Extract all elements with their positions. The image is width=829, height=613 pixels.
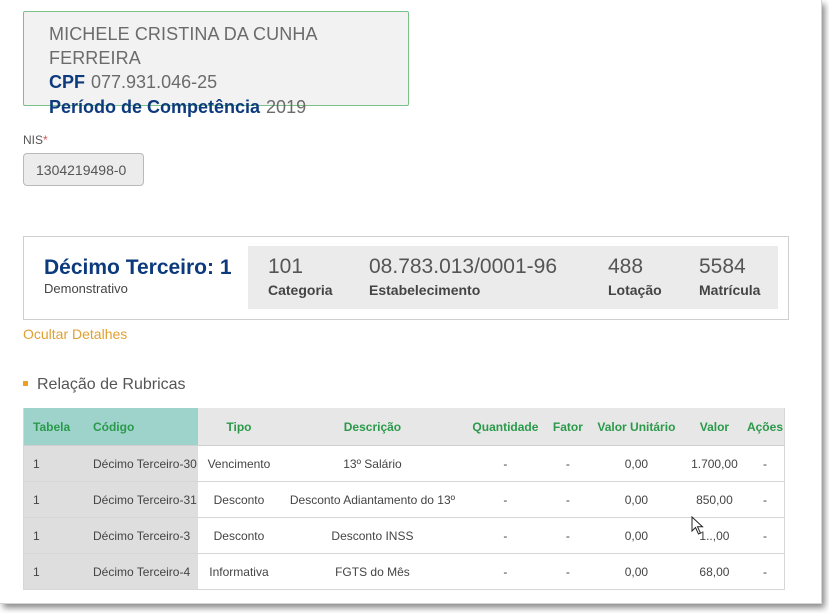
cell-fator: - — [545, 445, 590, 482]
nis-label-text: NIS — [23, 133, 44, 147]
rubricas-table: Tabela Código Tipo Descrição Quantidade … — [23, 408, 785, 590]
required-mark: * — [43, 133, 48, 147]
lotacao-label: Lotação — [608, 282, 662, 298]
cell-codigo: Décimo Terceiro-3 — [83, 517, 198, 554]
cell-codigo: Décimo Terceiro-4 — [83, 553, 198, 590]
cell-tipo: Desconto — [197, 481, 280, 518]
cell-tipo: Informativa — [197, 553, 280, 590]
cpf-value: 077.931.046-25 — [91, 72, 218, 92]
col-header-fator[interactable]: Fator — [545, 408, 590, 446]
col-header-codigo[interactable]: Código — [83, 408, 198, 446]
lotacao-block: 488 Lotação — [608, 255, 662, 299]
estabelecimento-block: 08.783.013/0001-96 Estabelecimento — [369, 255, 557, 299]
hide-details-link[interactable]: Ocultar Detalhes — [23, 326, 127, 342]
table-header-row: Tabela Código Tipo Descrição Quantidade … — [23, 408, 785, 446]
col-header-valor[interactable]: Valor — [682, 408, 746, 446]
col-header-acoes: Ações — [745, 408, 785, 446]
col-header-tipo[interactable]: Tipo — [197, 408, 280, 446]
cell-valor: 1.700,00 — [682, 445, 746, 482]
cell-fator: - — [545, 517, 590, 554]
periodo-value: 2019 — [266, 97, 307, 117]
cpf-label: CPF — [49, 72, 85, 92]
section-title-text: Relação de Rubricas — [37, 376, 186, 393]
person-info-box: MICHELE CRISTINA DA CUNHA FERREIRA CPF 07… — [23, 11, 409, 117]
cell-tabela: 1 — [23, 445, 84, 482]
cell-quantidade: - — [464, 553, 546, 590]
estabelecimento-label: Estabelecimento — [369, 282, 481, 298]
cell-valor: 850,00 — [682, 481, 746, 518]
cell-descricao: Desconto INSS — [279, 517, 465, 554]
page-frame: MICHELE CRISTINA DA CUNHA FERREIRA CPF 07… — [0, 0, 822, 604]
cell-descricao: 13º Salário — [279, 445, 465, 482]
bullet-icon — [23, 381, 28, 387]
cell-quantidade: - — [464, 517, 546, 554]
cell-quantidade: - — [464, 481, 546, 518]
cell-descricao: Desconto Adiantamento do 13º — [279, 481, 465, 518]
cell-tipo: Vencimento — [197, 445, 280, 482]
nis-label: NIS* — [23, 133, 48, 147]
col-header-descricao[interactable]: Descrição — [279, 408, 465, 446]
categoria-block: 101 Categoria — [268, 255, 333, 299]
summary-card: Décimo Terceiro: 1 Demonstrativo 101 Cat… — [23, 236, 789, 320]
col-header-quantidade[interactable]: Quantidade — [464, 408, 546, 446]
categoria-value: 101 — [268, 255, 304, 278]
cell-valor-unitario: 0,00 — [589, 481, 683, 518]
cell-valor-unitario: 0,00 — [589, 445, 683, 482]
matricula-label: Matrícula — [699, 282, 761, 298]
cell-acoes[interactable]: - — [745, 553, 785, 590]
cell-codigo: Décimo Terceiro-31 — [83, 481, 198, 518]
table-row: 1 Décimo Terceiro-3 Desconto Desconto IN… — [23, 517, 785, 554]
cell-codigo: Décimo Terceiro-30 — [83, 445, 198, 482]
col-header-valor-unitario[interactable]: Valor Unitário — [589, 408, 683, 446]
cpf-line: CPF 077.931.046-25 — [49, 70, 408, 95]
cell-acoes[interactable]: - — [745, 517, 785, 554]
periodo-line: Período de Competência 2019 — [49, 95, 408, 120]
cell-tabela: 1 — [23, 517, 84, 554]
nis-field[interactable]: 1304219498-0 — [23, 153, 144, 186]
summary-title: Décimo Terceiro: 1 — [44, 256, 232, 279]
col-header-tabela[interactable]: Tabela — [23, 408, 84, 446]
matricula-value: 5584 — [699, 255, 746, 278]
section-title: Relação de Rubricas — [23, 376, 186, 394]
cell-acoes[interactable]: - — [745, 445, 785, 482]
estabelecimento-value: 08.783.013/0001-96 — [369, 255, 558, 278]
cell-valor-unitario: 0,00 — [589, 553, 683, 590]
cell-descricao: FGTS do Mês — [279, 553, 465, 590]
table-row: 1 Décimo Terceiro-31 Desconto Desconto A… — [23, 481, 785, 518]
mouse-cursor-icon — [691, 516, 704, 535]
person-name: MICHELE CRISTINA DA CUNHA FERREIRA — [49, 24, 317, 68]
cell-valor: 68,00 — [682, 553, 746, 590]
cell-tipo: Desconto — [197, 517, 280, 554]
cell-tabela: 1 — [23, 553, 84, 590]
cell-tabela: 1 — [23, 481, 84, 518]
periodo-label: Período de Competência — [49, 97, 261, 117]
summary-subtitle: Demonstrativo — [44, 281, 128, 296]
cell-acoes[interactable]: - — [745, 481, 785, 518]
table-row: 1 Décimo Terceiro-4 Informativa FGTS do … — [23, 553, 785, 590]
summary-details-panel: 101 Categoria 08.783.013/0001-96 Estabel… — [248, 246, 778, 309]
cell-valor-unitario: 0,00 — [589, 517, 683, 554]
cell-fator: - — [545, 481, 590, 518]
lotacao-value: 488 — [608, 255, 644, 278]
categoria-label: Categoria — [268, 282, 333, 298]
cell-quantidade: - — [464, 445, 546, 482]
table-row: 1 Décimo Terceiro-30 Vencimento 13º Salá… — [23, 445, 785, 482]
matricula-block: 5584 Matrícula — [699, 255, 760, 299]
cell-fator: - — [545, 553, 590, 590]
